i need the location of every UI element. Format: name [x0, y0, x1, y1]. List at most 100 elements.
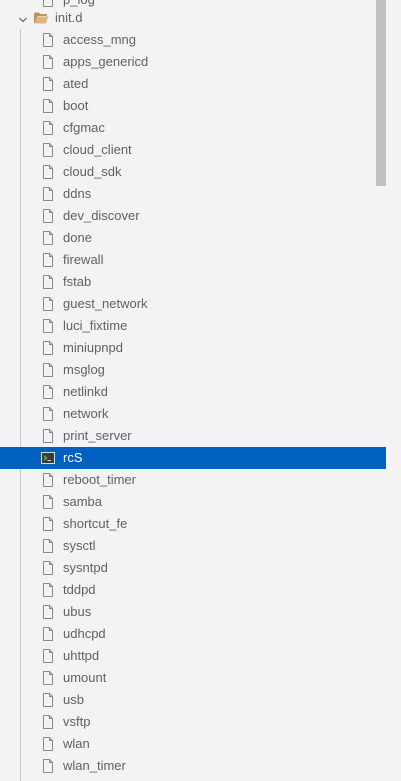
- file-icon: [40, 516, 56, 532]
- tree-item-label: sysctl: [63, 538, 96, 553]
- tree-item-label: uhttpd: [63, 648, 100, 663]
- file-icon: [40, 340, 56, 356]
- tree-item-label: vsftp: [63, 714, 91, 729]
- tree-item-label: luci_fixtime: [63, 318, 128, 333]
- file-icon: [40, 736, 56, 752]
- file-icon: [40, 692, 56, 708]
- tree-item-label: rcS: [63, 450, 83, 465]
- tree-item-file[interactable]: ddns: [0, 183, 386, 205]
- tree-item-file[interactable]: ated: [0, 73, 386, 95]
- folder-label: init.d: [55, 10, 83, 25]
- tree-item-file[interactable]: shortcut_fe: [0, 513, 386, 535]
- tree-item-file[interactable]: ubus: [0, 601, 386, 623]
- file-icon: [40, 384, 56, 400]
- file-icon: [40, 494, 56, 510]
- file-icon: [40, 560, 56, 576]
- tree-item-file[interactable]: print_server: [0, 425, 386, 447]
- tree-item-file[interactable]: samba: [0, 491, 386, 513]
- tree-item-file[interactable]: fstab: [0, 271, 386, 293]
- tree-item-label: fstab: [63, 274, 92, 289]
- file-icon: [40, 252, 56, 268]
- folder-open-icon: [33, 11, 49, 25]
- file-icon: [40, 120, 56, 136]
- tree-item-file[interactable]: boot: [0, 95, 386, 117]
- tree-item-file[interactable]: wlan: [0, 733, 386, 755]
- tree-item-file[interactable]: guest_network: [0, 293, 386, 315]
- file-icon: [40, 76, 56, 92]
- tree-item-label: print_server: [63, 428, 132, 443]
- tree-item-label: netlinkd: [63, 384, 108, 399]
- tree-item-file[interactable]: msglog: [0, 359, 386, 381]
- tree-item-file[interactable]: usb: [0, 689, 386, 711]
- tree-item-label: reboot_timer: [63, 472, 136, 487]
- file-icon: [40, 670, 56, 686]
- file-explorer-tree: p_log init.d access_mngapps_genericdated…: [0, 0, 386, 781]
- tree-item-file[interactable]: uhttpd: [0, 645, 386, 667]
- file-icon: [40, 142, 56, 158]
- tree-item-file[interactable]: firewall: [0, 249, 386, 271]
- folder-init-d[interactable]: init.d: [0, 7, 386, 29]
- file-icon: [40, 32, 56, 48]
- tree-item-file[interactable]: umount: [0, 667, 386, 689]
- tree-item-label: miniupnpd: [63, 340, 123, 355]
- file-icon: [40, 274, 56, 290]
- file-icon: [40, 318, 56, 334]
- scrollbar-thumb[interactable]: [376, 0, 386, 186]
- tree-item-file[interactable]: cloud_sdk: [0, 161, 386, 183]
- file-icon: [40, 582, 56, 598]
- terminal-file-icon: [40, 450, 56, 466]
- tree-item-file[interactable]: cloud_client: [0, 139, 386, 161]
- tree-item-file[interactable]: reboot_timer: [0, 469, 386, 491]
- tree-item-file[interactable]: apps_genericd: [0, 51, 386, 73]
- file-list: access_mng apps_genericdated boot cfgmac clo…: [0, 29, 386, 777]
- tree-item-file[interactable]: rcS: [0, 447, 386, 469]
- tree-item-file[interactable]: miniupnpd: [0, 337, 386, 359]
- tree-item-label: wlan: [63, 736, 90, 751]
- file-icon: [40, 714, 56, 730]
- tree-item-file[interactable]: cfgmac: [0, 117, 386, 139]
- tree-item-label: apps_genericd: [63, 54, 149, 69]
- file-icon: [40, 164, 56, 180]
- file-icon: [40, 296, 56, 312]
- tree-item-label: cfgmac: [63, 120, 105, 135]
- file-icon: [40, 406, 56, 422]
- tree-item-label: guest_network: [63, 296, 148, 311]
- tree-item-file[interactable]: sysntpd: [0, 557, 386, 579]
- tree-item-label: udhcpd: [63, 626, 106, 641]
- tree-item-file[interactable]: network: [0, 403, 386, 425]
- tree-item-file[interactable]: dev_discover: [0, 205, 386, 227]
- file-icon: [40, 472, 56, 488]
- file-icon: [40, 538, 56, 554]
- tree-item-file[interactable]: done: [0, 227, 386, 249]
- tree-item-label: cloud_client: [63, 142, 132, 157]
- tree-item-file[interactable]: vsftp: [0, 711, 386, 733]
- tree-item-label: usb: [63, 692, 84, 707]
- tree-item-label: ddns: [63, 186, 92, 201]
- file-icon: [40, 758, 56, 774]
- chevron-down-icon[interactable]: [18, 12, 28, 23]
- tree-item-label: msglog: [63, 362, 105, 377]
- file-icon: [40, 230, 56, 246]
- tree-item-file[interactable]: tddpd: [0, 579, 386, 601]
- tree-item-label: shortcut_fe: [63, 516, 128, 531]
- file-icon: [40, 648, 56, 664]
- file-icon: [40, 186, 56, 202]
- file-icon: [40, 362, 56, 378]
- file-icon: [40, 604, 56, 620]
- file-icon: [40, 208, 56, 224]
- tree-item-file[interactable]: wlan_timer: [0, 755, 386, 777]
- file-icon: [40, 428, 56, 444]
- tree-item-label: sysntpd: [63, 560, 108, 575]
- tree-item-label: firewall: [63, 252, 104, 267]
- tree-item-file[interactable]: sysctl: [0, 535, 386, 557]
- file-icon: [40, 98, 56, 114]
- scrollbar-track[interactable]: [386, 0, 401, 781]
- tree-item-label: cloud_sdk: [63, 164, 122, 179]
- tree-item-file[interactable]: netlinkd: [0, 381, 386, 403]
- tree-item-file[interactable]: luci_fixtime: [0, 315, 386, 337]
- tree-item-label: tddpd: [63, 582, 96, 597]
- tree-item-label: umount: [63, 670, 107, 685]
- tree-item-label: wlan_timer: [63, 758, 126, 773]
- tree-item-file[interactable]: access_mng: [0, 29, 386, 51]
- tree-item-file[interactable]: udhcpd: [0, 623, 386, 645]
